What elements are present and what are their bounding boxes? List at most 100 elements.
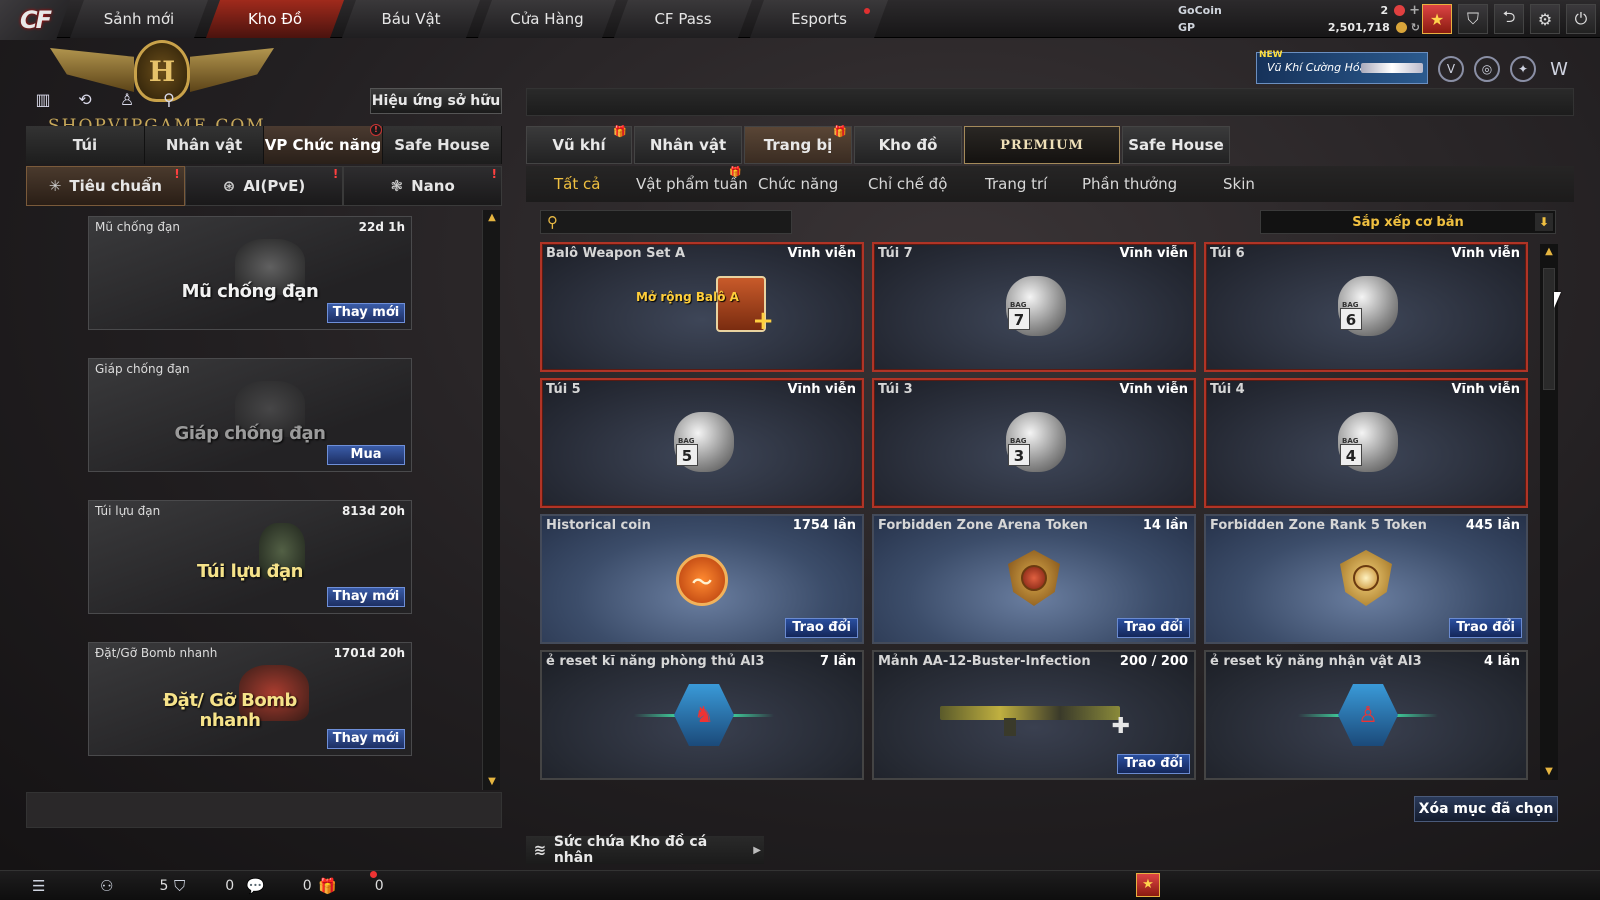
gear-icon[interactable]: ⚙: [1530, 4, 1560, 34]
equipment-slot-grenade-pouch[interactable]: Túi lựu đạn 813d 20h Túi lựu đạn Thay mớ…: [88, 500, 412, 614]
gift-icon: 🎁: [613, 125, 627, 138]
replace-button[interactable]: Thay mới: [327, 587, 405, 607]
left-subtabs: ✳ Tiêu chuẩn! ⊛ AI(PvE)! ❃ Nano!: [26, 166, 503, 206]
refresh-icon[interactable]: ↻: [1411, 21, 1420, 34]
bag-icon: BAG 6: [1338, 276, 1398, 336]
notification-dot: [370, 871, 377, 878]
item-card[interactable]: Balô Weapon Set A Vĩnh viễn + Mở rộng Ba…: [540, 242, 864, 372]
search-input[interactable]: ⚲: [540, 210, 792, 234]
add-gocoin-icon[interactable]: +: [1409, 3, 1420, 18]
wing-icon: [50, 48, 134, 92]
replace-button[interactable]: Thay mới: [327, 729, 405, 749]
medal-icon: [1340, 550, 1392, 606]
trade-button[interactable]: Trao đổi: [1117, 618, 1190, 638]
search-character-icon[interactable]: ⚲: [156, 90, 182, 114]
history-icon[interactable]: ⟲: [72, 90, 98, 114]
scroll-thumb[interactable]: [1543, 268, 1555, 390]
left-scrollbar[interactable]: ▲ ▼: [482, 210, 500, 790]
rank-badge-icon[interactable]: ★: [1422, 4, 1452, 34]
globe-icon[interactable]: ◎: [1474, 56, 1500, 82]
nav-treasure[interactable]: Báu Vật: [342, 0, 480, 38]
w-logo-icon[interactable]: W: [1546, 56, 1572, 82]
gift-counter[interactable]: 🎁 0: [318, 877, 384, 895]
subtab-ai-pve[interactable]: ⊛ AI(PvE)!: [184, 166, 344, 206]
tab-equipment[interactable]: Trang bị 🎁: [744, 125, 852, 164]
gocoin-icon: [1394, 5, 1406, 16]
item-card[interactable]: Forbidden Zone Arena Token 14 lần Trao đ…: [872, 514, 1196, 644]
gift-event-icon[interactable]: ✦: [1510, 56, 1536, 82]
tab-safe-house[interactable]: Safe House: [383, 126, 502, 164]
replace-button[interactable]: Thay mới: [327, 303, 405, 323]
tab-bag[interactable]: Túi: [26, 126, 145, 164]
item-card[interactable]: Mảnh AA-12-Buster-Infection 200 / 200 ✚ …: [872, 650, 1196, 780]
filter-skin[interactable]: Skin: [1223, 175, 1255, 193]
filter-weekly-items[interactable]: Vật phẩm tuần 🎁: [636, 167, 748, 193]
nav-lobby[interactable]: Sảnh mới: [70, 0, 208, 38]
left-tabs: Túi Nhân vật VP Chức năng! Safe House: [26, 124, 502, 164]
tab-storage[interactable]: Kho đồ: [854, 126, 962, 164]
rank-badge-icon[interactable]: ★: [1136, 873, 1160, 897]
item-card[interactable]: ẻ reset kỹ năng nhận vật AI3 4 lần ♙: [1204, 650, 1528, 780]
item-card[interactable]: Historical coin 1754 lần 〜 Trao đổi: [540, 514, 864, 644]
item-card[interactable]: Forbidden Zone Rank 5 Token 445 lần Trao…: [1204, 514, 1528, 644]
gun-fragment-icon: ✚: [940, 696, 1130, 739]
nav-cf-pass[interactable]: CF Pass: [614, 0, 752, 38]
tab-character[interactable]: Nhân vật: [145, 126, 264, 164]
skill-reset-icon: ♞: [634, 684, 774, 748]
scroll-up-icon[interactable]: ▲: [486, 212, 498, 224]
menu-list-icon[interactable]: ☰: [32, 877, 45, 895]
filter-function[interactable]: Chức năng: [758, 175, 838, 193]
tab-vp-function[interactable]: VP Chức năng!: [264, 124, 383, 164]
filter-all[interactable]: Tất cả: [554, 175, 600, 193]
tab-characters[interactable]: Nhân vật: [634, 126, 742, 164]
trade-button[interactable]: Trao đổi: [1117, 754, 1190, 774]
equipment-slot-helmet[interactable]: Mũ chống đạn 22d 1h Mũ chống đạn Thay mớ…: [88, 216, 412, 330]
item-card[interactable]: Túi 4 Vĩnh viễn BAG 4: [1204, 378, 1528, 508]
trade-button[interactable]: Trao đổi: [1449, 618, 1522, 638]
character-icon[interactable]: ♙: [114, 90, 140, 114]
item-card[interactable]: Túi 5 Vĩnh viễn BAG 5: [540, 378, 864, 508]
cf-logo[interactable]: CF: [0, 0, 70, 40]
equipment-slot-armor[interactable]: Giáp chống đạn Giáp chống đạn Mua: [88, 358, 412, 472]
search-icon: ⚲: [547, 213, 558, 231]
tab-weapons[interactable]: Vũ khí 🎁: [526, 125, 632, 164]
chat-counter[interactable]: 💬 0: [246, 877, 312, 895]
item-card[interactable]: Túi 6 Vĩnh viễn BAG 6: [1204, 242, 1528, 372]
item-card[interactable]: Túi 3 Vĩnh viễn BAG 3: [872, 378, 1196, 508]
subtab-standard[interactable]: ✳ Tiêu chuẩn!: [26, 166, 185, 206]
top-bar: CF Sảnh mới Kho Đồ Báu Vật Cửa Hàng CF P…: [0, 0, 1600, 40]
filter-rewards[interactable]: Phần thưởng: [1082, 175, 1177, 193]
power-icon[interactable]: ⏻: [1566, 4, 1596, 34]
item-card[interactable]: Túi 7 Vĩnh viễn BAG 7: [872, 242, 1196, 372]
nav-shop[interactable]: Cửa Hàng: [478, 0, 616, 38]
scroll-down-icon[interactable]: ▼: [1543, 766, 1555, 778]
sort-dropdown[interactable]: Sắp xếp cơ bản ⬇: [1260, 210, 1556, 234]
promo-banner[interactable]: NEW Vũ Khí Cường Hóa: [1256, 50, 1428, 84]
trade-button[interactable]: Trao đổi: [785, 618, 858, 638]
buy-button[interactable]: Mua: [327, 445, 405, 465]
nav-esports[interactable]: Esports: [750, 0, 888, 38]
scroll-down-icon[interactable]: ▼: [486, 776, 498, 788]
filter-mode-only[interactable]: Chỉ chế độ: [868, 175, 947, 193]
filter-decoration[interactable]: Trang trí: [985, 175, 1047, 193]
right-scrollbar[interactable]: ▲ ▼: [1540, 244, 1558, 780]
friends-counter[interactable]: ⚇ 5: [100, 877, 168, 895]
tab-premium[interactable]: PREMIUM: [964, 126, 1120, 164]
v-badge-icon[interactable]: V: [1438, 56, 1464, 82]
exit-room-icon[interactable]: ⮌: [1494, 4, 1524, 34]
delete-selected-button[interactable]: Xóa mục đã chọn: [1414, 796, 1558, 822]
nav-inventory[interactable]: Kho Đồ: [206, 0, 344, 38]
shield-icon[interactable]: ⛉: [1458, 4, 1488, 34]
subtab-nano[interactable]: ❃ Nano!: [343, 166, 503, 206]
tab-safe-house-right[interactable]: Safe House: [1122, 126, 1230, 164]
ranking-icon[interactable]: ▥: [30, 90, 56, 114]
owned-effects-button[interactable]: Hiệu ứng sở hữu: [370, 88, 502, 114]
item-card[interactable]: ẻ reset kĩ năng phòng thủ AI3 7 lần ♞: [540, 650, 864, 780]
gp-row: GP 2,501,718 ↻: [1178, 21, 1420, 34]
alert-icon: !: [491, 167, 498, 181]
storage-capacity-button[interactable]: ≋ Sức chứa Kho đồ cá nhân ▶: [526, 834, 764, 866]
clan-counter[interactable]: ⛉ 0: [174, 877, 234, 895]
item-grid: Balô Weapon Set A Vĩnh viễn + Mở rộng Ba…: [540, 242, 1540, 782]
scroll-up-icon[interactable]: ▲: [1543, 246, 1555, 258]
equipment-slot-quick-bomb[interactable]: Đặt/Gỡ Bomb nhanh 1701d 20h Đặt/ Gỡ Bomb…: [88, 642, 412, 756]
